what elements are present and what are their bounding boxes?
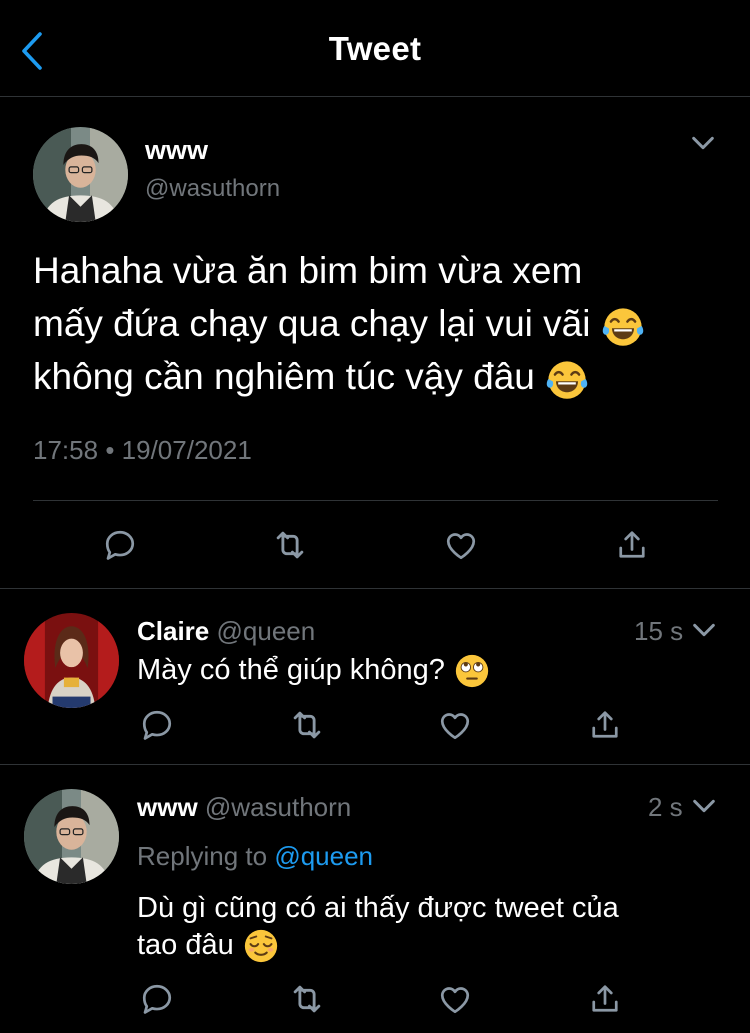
top-bar: Tweet <box>0 0 750 97</box>
reply-button[interactable] <box>137 979 177 1019</box>
reply-icon <box>139 981 175 1017</box>
page-title: Tweet <box>328 30 422 67</box>
face-with-rolling-eyes-icon <box>453 652 491 690</box>
face-with-tears-of-joy-icon <box>545 357 589 401</box>
retweet-icon <box>288 980 326 1018</box>
share-icon <box>587 981 623 1017</box>
author-handle[interactable]: @wasuthorn <box>145 175 280 203</box>
retweet-button[interactable] <box>287 979 327 1019</box>
share-button[interactable] <box>585 979 625 1019</box>
tweet-text-line: không cần nghiêm túc vậy đâu <box>33 356 535 397</box>
share-icon <box>587 707 623 743</box>
reply-header: Claire @queen <box>137 616 315 647</box>
retweet-button[interactable] <box>287 705 327 745</box>
share-button[interactable] <box>612 525 652 565</box>
tweet-timestamp: 17:58 • 19/07/2021 <box>33 435 252 466</box>
avatar[interactable] <box>24 789 119 884</box>
more-options-button[interactable] <box>688 614 720 646</box>
heart-icon <box>437 981 473 1017</box>
more-options-button[interactable] <box>685 127 721 159</box>
divider <box>0 588 750 589</box>
author-name[interactable]: www <box>145 135 208 166</box>
reply-text-line: Mày có thể giúp không? <box>137 654 445 686</box>
reply-text: Mày có thể giúp không? <box>137 652 491 690</box>
replying-to-link[interactable]: @queen <box>274 841 373 871</box>
tweet-text-line: mấy đứa chạy qua chạy lại vui vãi <box>33 303 591 344</box>
face-with-tears-of-joy-icon <box>601 304 645 348</box>
chevron-down-icon <box>685 127 721 159</box>
reply-header: www @wasuthorn <box>137 792 351 823</box>
retweet-button[interactable] <box>270 525 310 565</box>
like-button[interactable] <box>435 979 475 1019</box>
reply-icon <box>102 527 138 563</box>
heart-icon <box>443 527 479 563</box>
tweet-text: Hahaha vừa ăn bim bim vừa xem mấy đứa ch… <box>33 244 723 403</box>
chevron-down-icon <box>688 614 720 646</box>
tweet-date: 19/07/2021 <box>121 435 252 465</box>
reply-text: Dù gì cũng có ai thấy được tweet của tao… <box>137 890 619 965</box>
like-button[interactable] <box>441 525 481 565</box>
tweet-text-line: Hahaha vừa ăn bim bim vừa xem <box>33 250 583 291</box>
like-button[interactable] <box>435 705 475 745</box>
divider <box>33 500 718 501</box>
replying-label: Replying to <box>137 841 268 871</box>
avatar[interactable] <box>24 613 119 708</box>
relieved-face-icon <box>242 927 280 965</box>
heart-icon <box>437 707 473 743</box>
timestamp: 15 s <box>634 616 684 646</box>
timestamp: 2 s <box>648 792 683 822</box>
replying-to: Replying to @queen <box>137 841 373 872</box>
more-options-button[interactable] <box>688 790 720 822</box>
share-button[interactable] <box>585 705 625 745</box>
reply-text-line: tao đâu <box>137 929 234 961</box>
share-icon <box>614 527 650 563</box>
reply-text-line: Dù gì cũng có ai thấy được tweet của <box>137 892 619 924</box>
avatar[interactable] <box>33 127 128 222</box>
meta-separator: • <box>105 435 115 465</box>
reply-button[interactable] <box>100 525 140 565</box>
divider <box>0 764 750 765</box>
tweet-time: 17:58 <box>33 435 99 465</box>
reply-button[interactable] <box>137 705 177 745</box>
author-handle[interactable]: @queen <box>217 616 316 646</box>
chevron-down-icon <box>688 790 720 822</box>
author-name[interactable]: www <box>137 792 198 822</box>
reply-icon <box>139 707 175 743</box>
retweet-icon <box>288 706 326 744</box>
author-handle[interactable]: @wasuthorn <box>205 792 351 822</box>
author-name[interactable]: Claire <box>137 616 209 646</box>
retweet-icon <box>271 526 309 564</box>
